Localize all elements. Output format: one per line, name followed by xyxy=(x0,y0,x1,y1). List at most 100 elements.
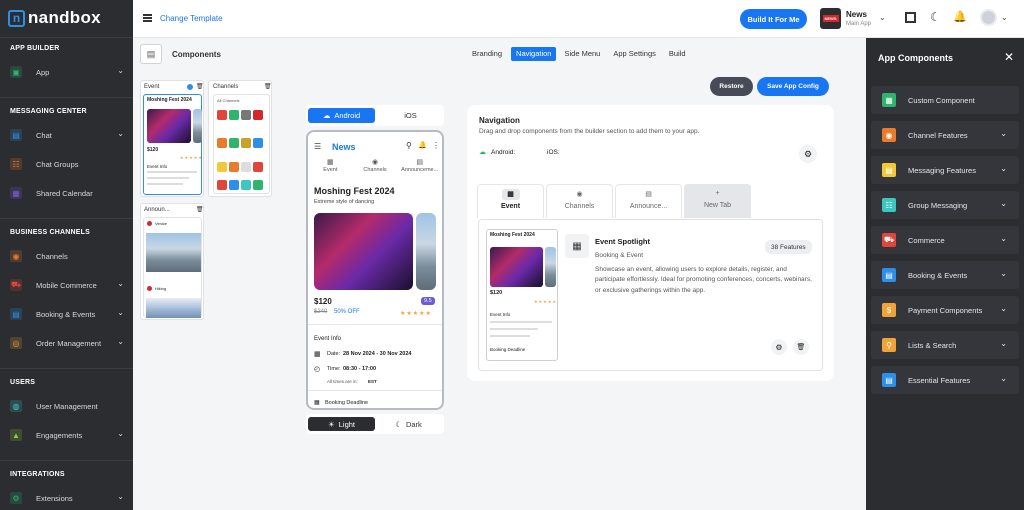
delete-icon[interactable]: 🗑 xyxy=(264,83,272,90)
chevron-down-icon[interactable]: ⌄ xyxy=(1000,164,1007,173)
platform-switch: ☁ Android iOS xyxy=(306,105,444,126)
restore-button[interactable]: Restore xyxy=(710,77,753,96)
sidebar-item[interactable]: ◎ Order Management ⌄ xyxy=(10,334,128,352)
dark-mode-moon-icon[interactable]: ☾ xyxy=(930,10,941,24)
nav-tab-new-tab[interactable]: + New Tab xyxy=(684,184,751,218)
component-category-group-messaging[interactable]: ☷ Group Messaging ⌄ xyxy=(871,191,1019,219)
announcements-thumbnail[interactable]: Announ... 🗑 Venice Hiking xyxy=(140,203,204,320)
nav-tab-event[interactable]: ▦ Event xyxy=(477,184,544,218)
event-spotlight-thumb[interactable]: Moshing Fest 2024 $120 ★★★★★ Event Info … xyxy=(486,229,558,361)
tab-branding[interactable]: Branding xyxy=(466,47,508,61)
bell-icon[interactable]: 🔔 xyxy=(418,141,427,149)
chevron-down-icon[interactable]: ⌄ xyxy=(117,429,124,438)
component-settings-gear-icon[interactable]: ⚙ xyxy=(771,339,787,355)
chevron-down-icon[interactable]: ⌄ xyxy=(1000,234,1007,243)
component-category-lists-search[interactable]: ⚲ Lists & Search ⌄ xyxy=(871,331,1019,359)
component-category-channel-features[interactable]: ◉ Channel Features ⌄ xyxy=(871,121,1019,149)
close-icon[interactable]: ✕ xyxy=(1004,50,1014,64)
tab-side-menu[interactable]: Side Menu xyxy=(559,47,605,61)
preview-discount: 50% OFF xyxy=(334,309,360,315)
tab-navigation[interactable]: Navigation xyxy=(511,47,557,61)
delete-icon[interactable]: 🗑 xyxy=(196,83,204,90)
component-category-commerce[interactable]: ⛟ Commerce ⌄ xyxy=(871,226,1019,254)
component-category-custom-component[interactable]: ▦ Custom Component xyxy=(871,86,1019,114)
notification-bell-icon[interactable]: 🔔 xyxy=(953,10,967,23)
preview-tabs: ▦ Event ◉ Channels ▤ Announceme... xyxy=(308,158,442,180)
component-category-payment-components[interactable]: $ Payment Components ⌄ xyxy=(871,296,1019,324)
logo-text: nandbox xyxy=(28,8,101,27)
ios-label: iOS xyxy=(404,111,417,120)
component-delete-icon[interactable]: 🗑 xyxy=(793,339,809,355)
tab-build[interactable]: Build xyxy=(664,47,691,61)
component-category-essential-features[interactable]: ▤ Essential Features ⌄ xyxy=(871,366,1019,394)
more-vertical-icon[interactable]: ⋮ xyxy=(432,141,440,150)
save-app-config-button[interactable]: Save App Config xyxy=(757,77,829,96)
android-toggle[interactable]: ☁ Android xyxy=(308,108,375,123)
event-thumbnail[interactable]: Event 🗑 Moshing Fest 2024 $120 ★★★★★ Eve… xyxy=(140,80,204,197)
chevron-down-icon[interactable]: ⌄ xyxy=(117,129,124,138)
moon-icon: ☾ xyxy=(395,419,402,429)
build-it-for-me-button[interactable]: Build It For Me xyxy=(740,9,807,29)
chevron-down-icon[interactable]: ⌄ xyxy=(1000,374,1007,383)
sidebar-item[interactable]: ⛟ Mobile Commerce ⌄ xyxy=(10,276,128,294)
sidebar-item[interactable]: ▤ Chat ⌄ xyxy=(10,126,128,144)
preview-tab[interactable]: ▤ Announceme... xyxy=(397,158,442,180)
menu-icon[interactable]: ☰ xyxy=(314,142,321,151)
fullscreen-icon[interactable] xyxy=(905,12,916,23)
user-avatar[interactable] xyxy=(980,9,997,26)
chevron-down-icon[interactable]: ⌄ xyxy=(117,279,124,288)
sidebar-item[interactable]: ▲ Engagements ⌄ xyxy=(10,426,128,444)
chevron-down-icon[interactable]: ⌄ xyxy=(117,66,124,75)
chevron-down-icon[interactable]: ⌄ xyxy=(1000,269,1007,278)
sidebar-item[interactable]: ◍ User Management xyxy=(10,397,128,415)
preview-tab[interactable]: ▦ Event xyxy=(308,158,353,180)
section-title: INTEGRATIONS xyxy=(10,471,65,478)
app-avatar[interactable]: NEWS xyxy=(820,8,841,29)
hamburger-menu-icon[interactable] xyxy=(143,14,152,22)
chevron-down-icon[interactable]: ⌄ xyxy=(1000,199,1007,208)
search-icon[interactable]: ⚲ xyxy=(406,141,412,150)
preview-tab[interactable]: ◉ Channels xyxy=(353,158,398,180)
cart-icon: ⛟ xyxy=(882,233,896,247)
divider xyxy=(0,37,133,38)
delete-icon[interactable]: 🗑 xyxy=(196,206,204,213)
thumbs-up-icon: ▲ xyxy=(10,429,22,441)
sidebar-item[interactable]: ▦ Shared Calendar xyxy=(10,184,128,202)
dark-theme-toggle[interactable]: ☾ Dark xyxy=(375,417,442,431)
chevron-down-icon[interactable]: ⌄ xyxy=(879,13,886,22)
chevron-down-icon[interactable]: ⌄ xyxy=(117,308,124,317)
concert-image xyxy=(147,109,191,143)
component-category-booking-events[interactable]: ▤ Booking & Events ⌄ xyxy=(871,261,1019,289)
nav-tab-label: Channels xyxy=(564,203,595,210)
sidebar-item[interactable]: ☷ Chat Groups xyxy=(10,155,128,173)
user-chevron-down-icon[interactable]: ⌄ xyxy=(1001,13,1008,22)
channels-thumbnail[interactable]: Channels 🗑 All Channels xyxy=(208,80,272,197)
nav-tab-channels[interactable]: ◉ Channels xyxy=(546,184,613,218)
nav-settings-gear-icon[interactable]: ⚙ xyxy=(799,145,817,163)
chevron-down-icon[interactable]: ⌄ xyxy=(1000,304,1007,313)
sidebar-item[interactable]: ◉ Channels xyxy=(10,247,128,265)
nav-tab-content: Moshing Fest 2024 $120 ★★★★★ Event Info … xyxy=(478,219,823,371)
nav-tabs: ▦ Event ◉ Channels ▤ Announce... + New Tab xyxy=(477,184,751,218)
tab-app-settings[interactable]: App Settings xyxy=(608,47,661,61)
nandbox-logo[interactable]: n nandbox xyxy=(8,8,101,28)
sidebar-item[interactable]: ▤ Booking & Events ⌄ xyxy=(10,305,128,323)
chevron-down-icon[interactable]: ⌄ xyxy=(117,337,124,346)
component-category-messaging-features[interactable]: ▤ Messaging Features ⌄ xyxy=(871,156,1019,184)
nav-tab-announce-[interactable]: ▤ Announce... xyxy=(615,184,682,218)
sidebar-item[interactable]: ⚙ Extensions ⌄ xyxy=(10,489,128,507)
light-theme-toggle[interactable]: ☀ Light xyxy=(308,417,375,431)
change-template-link[interactable]: Change Template xyxy=(160,14,223,23)
component-category-label: Custom Component xyxy=(908,95,975,105)
ios-toggle[interactable]: iOS xyxy=(375,108,442,123)
chevron-down-icon[interactable]: ⌄ xyxy=(117,492,124,501)
preview-booking-label: Booking Deadline xyxy=(325,400,369,406)
component-name: Event Spotlight xyxy=(595,237,650,246)
payment-icon: $ xyxy=(882,303,896,317)
calendar-icon: ▦ xyxy=(314,351,321,358)
chevron-down-icon[interactable]: ⌄ xyxy=(1000,129,1007,138)
components-toggle-icon[interactable]: ▤ xyxy=(140,44,162,64)
sidebar-item[interactable]: ▣ App ⌄ xyxy=(10,63,128,81)
chevron-down-icon[interactable]: ⌄ xyxy=(1000,339,1007,348)
selected-check-icon xyxy=(187,84,193,90)
